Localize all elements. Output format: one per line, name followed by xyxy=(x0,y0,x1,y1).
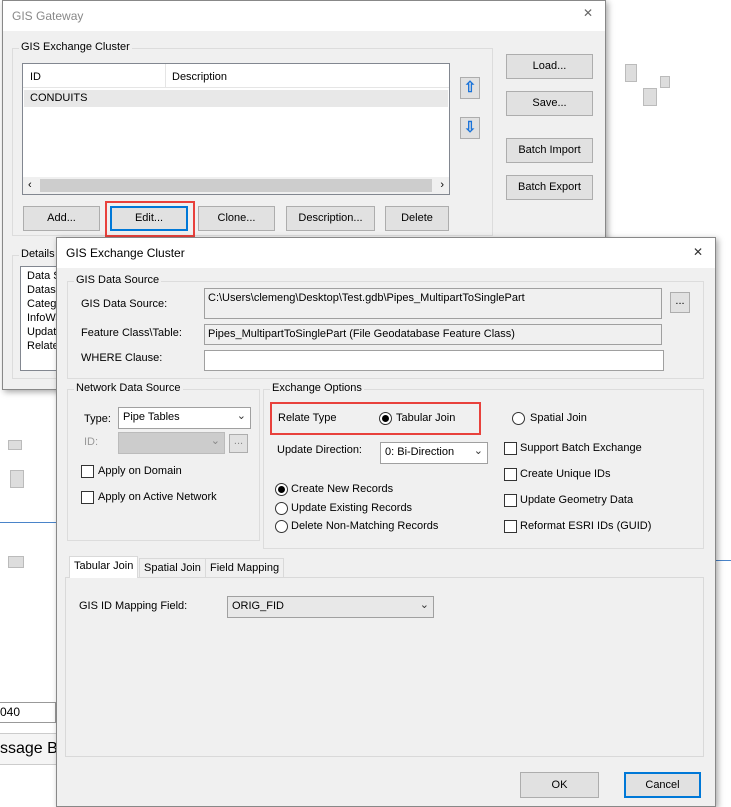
browse-source-button[interactable]: ... xyxy=(670,292,690,313)
tab-spatial-join[interactable]: Spatial Join xyxy=(139,558,206,577)
browse-id-button[interactable]: ... xyxy=(229,434,248,453)
description-button[interactable]: Description... xyxy=(286,206,375,231)
gis-exchange-cluster-dialog: GIS Exchange Cluster ✕ GIS Data Source GI… xyxy=(56,237,716,807)
update-existing-records-radio[interactable] xyxy=(275,502,288,515)
close-icon[interactable]: ✕ xyxy=(693,245,703,259)
batch-export-button[interactable]: Batch Export xyxy=(506,175,593,200)
delete-button[interactable]: Delete xyxy=(385,206,449,231)
horizontal-scrollbar[interactable]: ‹ › xyxy=(23,177,449,194)
background-field[interactable]: 040 xyxy=(0,702,56,723)
tab-tabular-join[interactable]: Tabular Join xyxy=(69,556,139,578)
spatial-join-radio[interactable] xyxy=(512,412,525,425)
where-clause-input[interactable] xyxy=(204,350,664,371)
reformat-esri-ids-checkbox[interactable] xyxy=(504,520,517,533)
create-new-records-radio[interactable] xyxy=(275,483,288,496)
save-button[interactable]: Save... xyxy=(506,91,593,116)
tab-field-mapping[interactable]: Field Mapping xyxy=(205,558,285,577)
gis-id-mapping-field-select[interactable]: ORIG_FID ⌄ xyxy=(227,596,434,618)
batch-import-button[interactable]: Batch Import xyxy=(506,138,593,163)
move-up-button[interactable]: ⇧ xyxy=(460,77,480,99)
move-down-button[interactable]: ⇩ xyxy=(460,117,480,139)
column-header-description[interactable]: Description xyxy=(172,71,227,83)
dialog-title: GIS Gateway xyxy=(12,9,84,23)
update-geometry-data-checkbox[interactable] xyxy=(504,494,517,507)
id-select[interactable]: ⌄ xyxy=(118,432,225,454)
scroll-right-icon: › xyxy=(440,179,444,191)
table-row[interactable]: CONDUITS xyxy=(24,90,448,107)
apply-active-network-checkbox[interactable] xyxy=(81,491,94,504)
column-header-id[interactable]: ID xyxy=(30,71,41,83)
add-button[interactable]: Add... xyxy=(23,206,100,231)
edit-button[interactable]: Edit... xyxy=(110,206,188,231)
chevron-down-icon: ⌄ xyxy=(236,410,246,422)
cancel-button[interactable]: Cancel xyxy=(624,772,701,798)
create-unique-ids-checkbox[interactable] xyxy=(504,468,517,481)
delete-non-matching-records-radio[interactable] xyxy=(275,520,288,533)
cluster-list[interactable]: ID Description CONDUITS ‹ › xyxy=(22,63,450,195)
scroll-left-icon: ‹ xyxy=(28,179,32,191)
tabular-join-radio[interactable] xyxy=(379,412,392,425)
update-direction-select[interactable]: 0: Bi-Direction ⌄ xyxy=(380,442,488,464)
gis-data-source-field[interactable]: C:\Users\clemeng\Desktop\Test.gdb\Pipes_… xyxy=(204,288,662,319)
load-button[interactable]: Load... xyxy=(506,54,593,79)
apply-domain-checkbox[interactable] xyxy=(81,465,94,478)
dialog-title: GIS Exchange Cluster xyxy=(66,246,185,260)
feature-class-field[interactable]: Pipes_MultipartToSinglePart (File Geodat… xyxy=(204,324,662,345)
clone-button[interactable]: Clone... xyxy=(198,206,275,231)
close-icon[interactable]: ✕ xyxy=(583,6,593,20)
support-batch-exchange-checkbox[interactable] xyxy=(504,442,517,455)
background-panel-label: ssage Bo xyxy=(0,733,56,765)
ok-button[interactable]: OK xyxy=(520,772,599,798)
type-select[interactable]: Pipe Tables ⌄ xyxy=(118,407,251,429)
